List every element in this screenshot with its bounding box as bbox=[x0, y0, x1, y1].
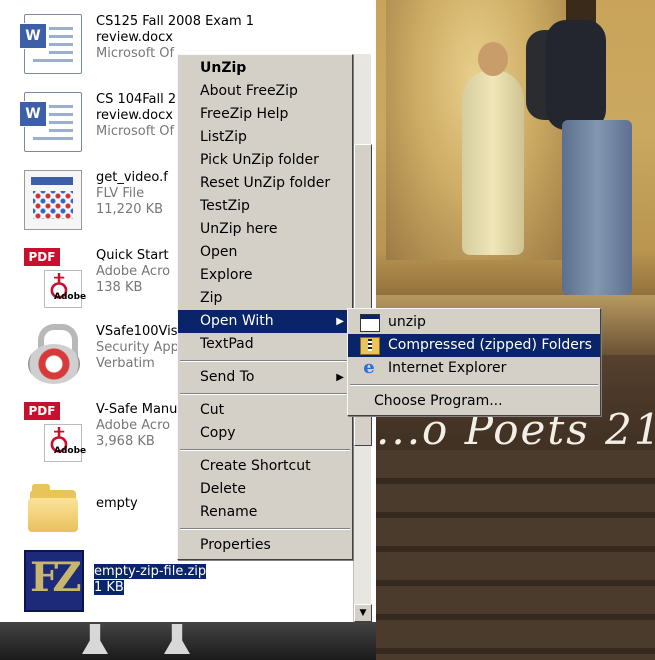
menu-item-delete[interactable]: Delete bbox=[178, 478, 352, 501]
file-name: CS125 Fall 2008 Exam 1 bbox=[96, 14, 255, 29]
zip-folder-icon bbox=[360, 337, 380, 355]
freezip-icon: FZ bbox=[24, 550, 84, 612]
menu-item-pick-unzip-folder[interactable]: Pick UnZip folder bbox=[178, 149, 352, 172]
menu-item-label: Open With bbox=[200, 313, 274, 329]
submenu-arrow-icon: ▶ bbox=[336, 372, 344, 383]
folder-icon bbox=[24, 478, 80, 536]
file-type: Microsoft Of bbox=[96, 124, 175, 139]
file-company: Verbatim bbox=[96, 356, 155, 371]
menu-item-unzip[interactable]: UnZip bbox=[178, 57, 352, 80]
file-name: VSafe100Vis bbox=[96, 324, 178, 339]
context-menu: UnZip About FreeZip FreeZip Help ListZip… bbox=[177, 54, 353, 560]
file-size: 1 KB bbox=[94, 580, 124, 595]
file-type: Adobe Acro bbox=[96, 418, 171, 433]
submenu-item-internet-explorer[interactable]: e Internet Explorer bbox=[348, 357, 600, 380]
mural-figure bbox=[462, 70, 524, 255]
file-name: get_video.f bbox=[96, 170, 168, 185]
stairs bbox=[376, 450, 655, 660]
file-name: empty-zip-file.zip bbox=[94, 564, 207, 579]
submenu-item-label: Internet Explorer bbox=[388, 360, 507, 376]
menu-item-reset-unzip-folder[interactable]: Reset UnZip folder bbox=[178, 172, 352, 195]
word-doc-icon: W bbox=[19, 92, 82, 152]
menu-separator bbox=[180, 393, 350, 395]
flv-file-icon bbox=[24, 170, 82, 230]
menu-item-rename[interactable]: Rename bbox=[178, 501, 352, 524]
file-type: Adobe Acro bbox=[96, 264, 171, 279]
menu-item-about-freezip[interactable]: About FreeZip bbox=[178, 80, 352, 103]
file-name: V-Safe Manu bbox=[96, 402, 178, 417]
lock-app-icon bbox=[24, 324, 80, 384]
menu-item-testzip[interactable]: TestZip bbox=[178, 195, 352, 218]
pdf-icon: ♁ PDF Adobe bbox=[24, 402, 86, 462]
menu-item-textpad[interactable]: TextPad bbox=[178, 333, 352, 356]
unzip-app-icon bbox=[360, 314, 380, 332]
menu-item-label: Send To bbox=[200, 369, 255, 385]
file-name: CS 104Fall 2 bbox=[96, 92, 177, 107]
file-detail: review.docx bbox=[96, 30, 173, 45]
submenu-item-choose-program[interactable]: Choose Program... bbox=[348, 390, 600, 413]
menu-item-open[interactable]: Open bbox=[178, 241, 352, 264]
menu-item-open-with[interactable]: Open With ▶ bbox=[178, 310, 352, 333]
file-size: 138 KB bbox=[96, 280, 143, 295]
file-type: Security App bbox=[96, 340, 179, 355]
file-detail: review.docx bbox=[96, 108, 173, 123]
bottom-strip bbox=[0, 622, 376, 660]
open-with-submenu: unzip Compressed (zipped) Folders e Inte… bbox=[347, 308, 601, 416]
submenu-item-compressed-folders[interactable]: Compressed (zipped) Folders bbox=[348, 334, 600, 357]
menu-separator bbox=[350, 384, 598, 386]
submenu-item-label: Compressed (zipped) Folders bbox=[388, 337, 592, 353]
pdf-icon: ♁ PDF Adobe bbox=[24, 248, 86, 308]
person-legs bbox=[562, 120, 632, 295]
menu-separator bbox=[180, 449, 350, 451]
menu-item-send-to[interactable]: Send To ▶ bbox=[178, 366, 352, 389]
menu-item-cut[interactable]: Cut bbox=[178, 399, 352, 422]
menu-item-zip[interactable]: Zip bbox=[178, 287, 352, 310]
file-size: 11,220 KB bbox=[96, 202, 164, 217]
file-size: 3,968 KB bbox=[96, 434, 155, 449]
submenu-item-label: unzip bbox=[388, 314, 426, 330]
word-doc-icon: W bbox=[19, 14, 82, 74]
person-torso bbox=[546, 20, 606, 130]
menu-item-listzip[interactable]: ListZip bbox=[178, 126, 352, 149]
internet-explorer-icon: e bbox=[363, 357, 375, 378]
menu-separator bbox=[180, 528, 350, 530]
menu-item-explore[interactable]: Explore bbox=[178, 264, 352, 287]
file-name: empty bbox=[96, 496, 138, 511]
submenu-arrow-icon: ▶ bbox=[336, 316, 344, 327]
menu-separator bbox=[180, 360, 350, 362]
menu-item-properties[interactable]: Properties bbox=[178, 534, 352, 557]
menu-item-copy[interactable]: Copy bbox=[178, 422, 352, 445]
mural-figure-head bbox=[478, 42, 508, 76]
submenu-item-unzip[interactable]: unzip bbox=[348, 311, 600, 334]
menu-item-create-shortcut[interactable]: Create Shortcut bbox=[178, 455, 352, 478]
menu-item-unzip-here[interactable]: UnZip here bbox=[178, 218, 352, 241]
file-type: FLV File bbox=[96, 186, 145, 201]
scroll-down-button[interactable]: ▼ bbox=[354, 604, 372, 622]
menu-item-freezip-help[interactable]: FreeZip Help bbox=[178, 103, 352, 126]
file-name: Quick Start bbox=[96, 248, 169, 263]
